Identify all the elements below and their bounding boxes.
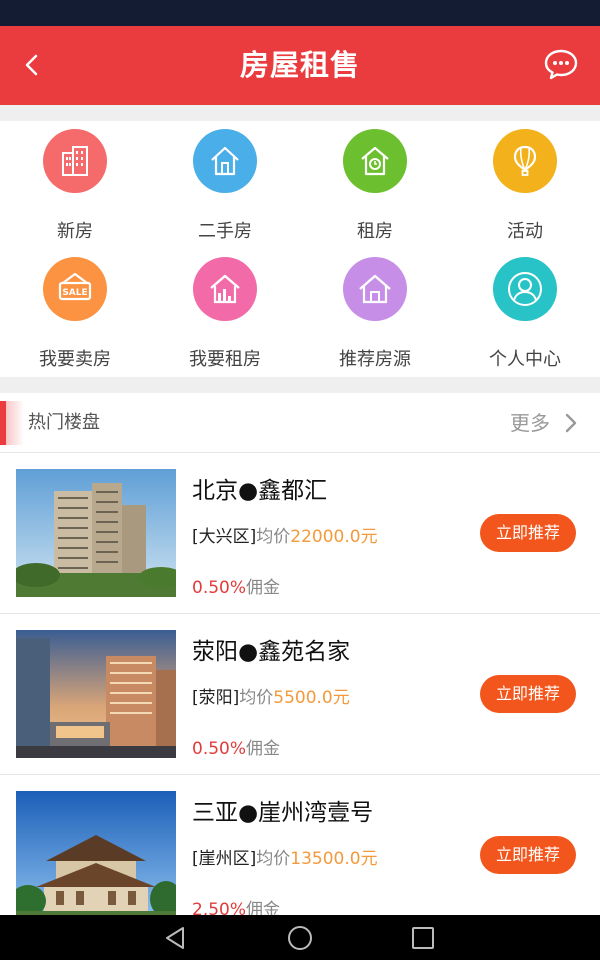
chevron-right-icon[interactable] — [564, 412, 578, 434]
chat-bubble-icon[interactable] — [544, 48, 578, 80]
property-price-info: [崖州区]均价13500.0元 — [192, 844, 378, 869]
triangle-back-icon[interactable] — [163, 925, 189, 951]
house-chart-icon — [193, 257, 257, 321]
app-header: 房屋租售 — [0, 26, 600, 105]
house-outline-icon — [343, 257, 407, 321]
hot-properties-header: 热门楼盘 更多 — [0, 393, 600, 453]
commission-label: 佣金 — [246, 578, 281, 598]
list-item[interactable]: 三亚●崖州湾壹号 [崖州区]均价13500.0元 2.50%佣金 立即推荐 — [0, 775, 600, 915]
status-bar — [0, 0, 600, 26]
avg-price-label: 均价 — [256, 527, 291, 547]
property-name: 三亚●崖州湾壹号 — [192, 800, 374, 826]
buildings-icon — [43, 129, 107, 193]
property-photo — [16, 791, 176, 915]
category-label: 活动 — [507, 221, 543, 242]
svg-text:SALE: SALE — [62, 288, 87, 298]
category-new-house[interactable]: 新房 — [0, 121, 150, 249]
category-rent[interactable]: 租房 — [300, 121, 450, 249]
category-want-rent[interactable]: 我要租房 — [150, 249, 300, 377]
divider — [0, 377, 600, 393]
category-label: 个人中心 — [489, 349, 561, 370]
category-sell[interactable]: SALE 我要卖房 — [0, 249, 150, 377]
section-title: 热门楼盘 — [28, 412, 100, 433]
system-nav-bar — [0, 915, 600, 960]
category-second-hand[interactable]: 二手房 — [150, 121, 300, 249]
property-list: 北京●鑫都汇 [大兴区]均价22000.0元 0.50%佣金 立即推荐 荥阳●鑫… — [0, 453, 600, 915]
more-link[interactable]: 更多 — [510, 393, 550, 453]
category-grid: 新房 二手房 租房 活动 SALE 我要卖房 我要租房 推荐房源 个人中心 — [0, 121, 600, 377]
recommend-button[interactable]: 立即推荐 — [480, 514, 576, 552]
property-price-info: [荥阳]均价5500.0元 — [192, 683, 350, 708]
house-clock-icon — [343, 129, 407, 193]
property-district: [大兴区] — [192, 527, 257, 547]
circle-home-icon[interactable] — [287, 925, 313, 951]
property-district: [崖州区] — [192, 849, 257, 869]
category-label: 新房 — [57, 221, 93, 242]
category-activity[interactable]: 活动 — [450, 121, 600, 249]
house-icon — [193, 129, 257, 193]
category-label: 我要租房 — [189, 349, 261, 370]
category-label: 二手房 — [198, 221, 252, 242]
list-item[interactable]: 荥阳●鑫苑名家 [荥阳]均价5500.0元 0.50%佣金 立即推荐 — [0, 614, 600, 775]
commission-rate: 0.50% — [192, 739, 247, 759]
commission-rate: 0.50% — [192, 578, 247, 598]
property-district: [荥阳] — [192, 688, 240, 708]
property-photo — [16, 469, 176, 597]
divider — [0, 105, 600, 121]
page-title: 房屋租售 — [239, 48, 360, 82]
property-photo — [16, 630, 176, 758]
property-price-info: [大兴区]均价22000.0元 — [192, 522, 378, 547]
user-icon — [493, 257, 557, 321]
avg-price-label: 均价 — [256, 849, 291, 869]
property-name: 荥阳●鑫苑名家 — [192, 639, 351, 665]
recommend-button[interactable]: 立即推荐 — [480, 675, 576, 713]
square-recents-icon[interactable] — [411, 926, 435, 950]
category-recommended[interactable]: 推荐房源 — [300, 249, 450, 377]
section-accent — [0, 401, 24, 445]
list-item[interactable]: 北京●鑫都汇 [大兴区]均价22000.0元 0.50%佣金 立即推荐 — [0, 453, 600, 614]
commission-label: 佣金 — [246, 739, 281, 759]
commission-info: 0.50%佣金 — [192, 573, 280, 598]
category-profile[interactable]: 个人中心 — [450, 249, 600, 377]
balloon-icon — [493, 129, 557, 193]
property-price: 13500.0元 — [290, 849, 378, 869]
commission-info: 2.50%佣金 — [192, 895, 280, 915]
commission-label: 佣金 — [246, 900, 281, 915]
category-label: 我要卖房 — [39, 349, 111, 370]
category-label: 租房 — [357, 221, 393, 242]
recommend-button[interactable]: 立即推荐 — [480, 836, 576, 874]
avg-price-label: 均价 — [239, 688, 274, 708]
property-price: 22000.0元 — [290, 527, 378, 547]
commission-info: 0.50%佣金 — [192, 734, 280, 759]
sale-sign-icon: SALE — [43, 257, 107, 321]
category-label: 推荐房源 — [339, 349, 411, 370]
property-name: 北京●鑫都汇 — [192, 478, 328, 504]
commission-rate: 2.50% — [192, 900, 247, 915]
property-price: 5500.0元 — [273, 688, 350, 708]
